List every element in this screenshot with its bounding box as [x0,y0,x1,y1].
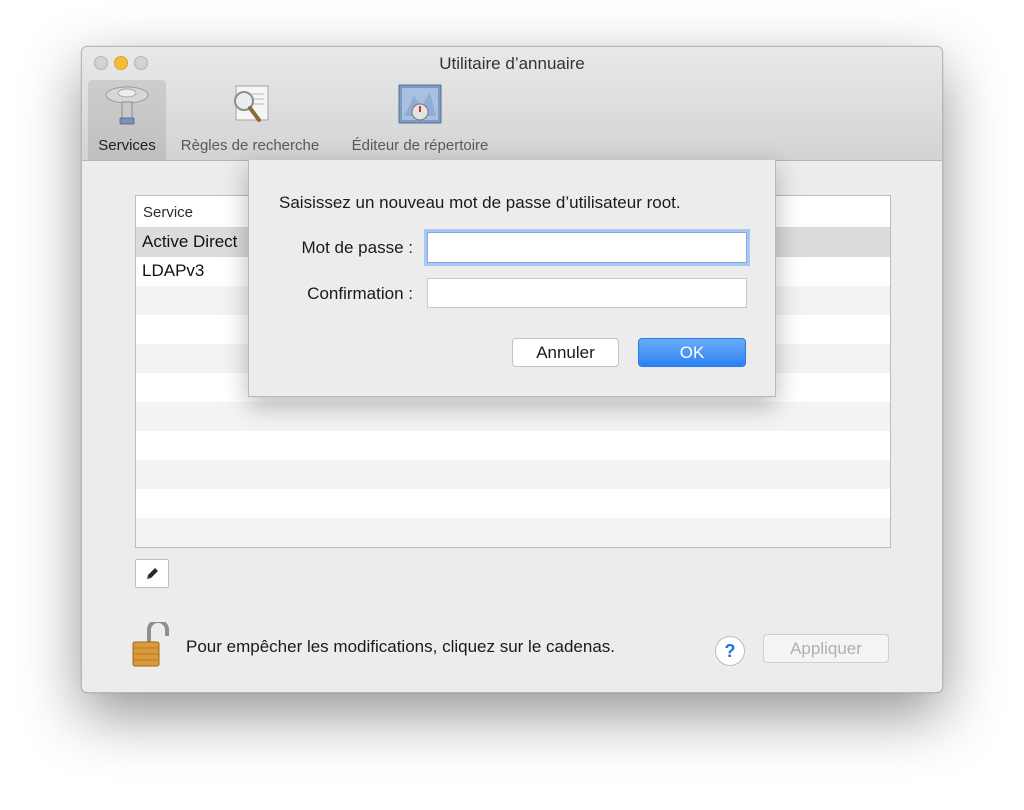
password-field[interactable] [427,232,747,263]
root-password-sheet: Saisissez un nouveau mot de passe d’util… [248,160,776,397]
toolbar-item-search-policy[interactable]: Règles de recherche [168,80,332,160]
confirm-label: Confirmation : [307,284,413,303]
directory-editor-icon [396,82,444,133]
table-row-empty [136,431,890,460]
table-row-empty [136,402,890,431]
window-title: Utilitaire d’annuaire [439,54,585,73]
help-button[interactable]: ? [715,636,745,666]
lock-instruction-text: Pour empêcher les modifications, cliquez… [186,637,615,656]
ok-button[interactable]: OK [638,338,746,367]
table-row-empty [136,460,890,489]
services-icon [103,82,151,133]
toolbar-label-search-policy: Règles de recherche [180,137,320,154]
lock-icon[interactable] [131,619,171,673]
password-label: Mot de passe : [301,238,413,257]
toolbar-label-directory-editor: Éditeur de répertoire [351,137,489,154]
toolbar-item-services[interactable]: Services [88,80,166,160]
search-policy-icon [226,82,274,133]
sheet-message: Saisissez un nouveau mot de passe d’util… [279,193,681,212]
cancel-button[interactable]: Annuler [512,338,619,367]
edit-service-button[interactable] [135,559,169,588]
table-row-empty [136,518,890,547]
toolbar-label-services: Services [98,137,156,154]
apply-button[interactable]: Appliquer [763,634,889,663]
toolbar-item-directory-editor[interactable]: Éditeur de répertoire [338,80,502,160]
pencil-icon [144,566,160,587]
table-row-empty [136,489,890,518]
confirm-password-field[interactable] [427,278,747,308]
title-bar: Utilitaire d’annuaire Services Règles de… [82,47,942,161]
